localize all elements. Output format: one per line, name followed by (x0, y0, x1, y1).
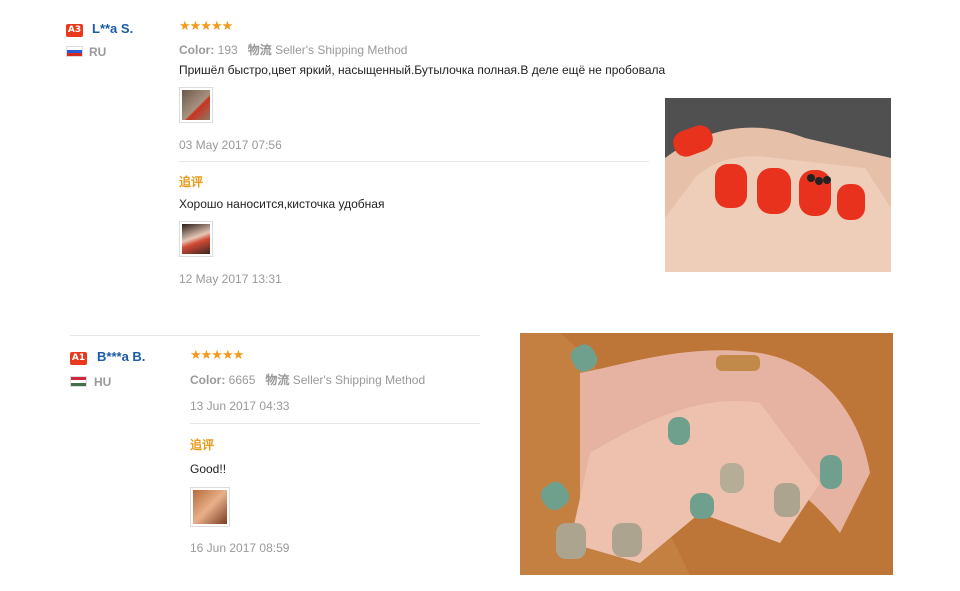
color-value: 6665 (228, 373, 256, 387)
flag-hu-icon (70, 376, 87, 387)
rating-stars: ★★★★★ (190, 348, 244, 363)
nail-photo-image (520, 333, 893, 575)
reviewer-name[interactable]: B***a B. (97, 349, 145, 364)
followup-text: Good!! (190, 462, 227, 476)
review-photo-large[interactable] (520, 333, 893, 575)
reviewer-country: HU (94, 375, 112, 389)
followup-label: 追评 (190, 438, 215, 452)
order-info: Color: 6665 物流 Seller's Shipping Method (190, 371, 425, 388)
shipping-value: Seller's Shipping Method (292, 373, 426, 387)
color-label: Color: (190, 373, 226, 387)
review-date: 13 Jun 2017 04:33 (190, 399, 290, 413)
buyer-level-badge: A1 (70, 352, 87, 365)
shipping-label: 物流 (265, 373, 290, 387)
divider (190, 423, 480, 424)
review-2: A1 B***a B. HU ★★★★★ Color: 6665 物流 Sell… (0, 0, 960, 591)
followup-photo-thumbnail[interactable] (190, 487, 230, 527)
followup-date: 16 Jun 2017 08:59 (190, 541, 290, 555)
